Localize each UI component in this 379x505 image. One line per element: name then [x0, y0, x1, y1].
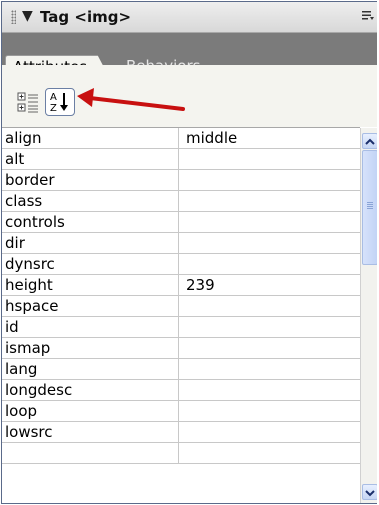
attribute-name[interactable]: border [2, 170, 179, 190]
attribute-value-field[interactable] [180, 359, 360, 379]
attribute-value-field[interactable] [180, 422, 360, 442]
scroll-up-button[interactable] [362, 133, 377, 149]
attribute-name[interactable]: longdesc [2, 380, 179, 400]
attributes-grid: align middle alt border class controls dir dyns… [2, 127, 360, 464]
scroll-thumb[interactable] [362, 150, 377, 265]
attribute-name[interactable]: lowsrc [2, 422, 179, 442]
attribute-row[interactable]: height 239 [2, 275, 360, 296]
attribute-value-field[interactable] [180, 191, 360, 211]
attribute-value-field[interactable] [180, 296, 360, 316]
attribute-name[interactable]: hspace [2, 296, 179, 316]
attribute-row[interactable]: ismap [2, 338, 360, 359]
attribute-row[interactable]: lowsrc [2, 422, 360, 443]
attribute-value-field[interactable]: middle [180, 128, 360, 148]
tag-inspector-panel: ▼ Tag <img> Attributes Behaviors [1, 1, 377, 504]
panel-options-icon[interactable] [362, 10, 374, 22]
attribute-row[interactable]: border [2, 170, 360, 191]
attribute-value-field[interactable] [180, 233, 360, 253]
attribute-name[interactable]: loop [2, 401, 179, 421]
attribute-value-field[interactable] [180, 401, 360, 421]
chevron-down-icon [365, 490, 375, 497]
attribute-value-field[interactable] [180, 317, 360, 337]
attribute-row[interactable] [2, 443, 360, 464]
attribute-name[interactable]: id [2, 317, 179, 337]
attribute-value-field[interactable] [180, 443, 360, 463]
attribute-row[interactable]: class [2, 191, 360, 212]
tab-bar: Attributes Behaviors [2, 33, 377, 79]
attribute-name[interactable]: lang [2, 359, 179, 379]
attribute-value-field[interactable] [180, 170, 360, 190]
attribute-value-field[interactable] [180, 338, 360, 358]
panel-title: Tag <img> [40, 8, 132, 26]
attribute-name[interactable]: align [2, 128, 179, 148]
category-view-icon[interactable] [17, 92, 39, 114]
attribute-value-field[interactable] [180, 254, 360, 274]
attribute-name[interactable]: controls [2, 212, 179, 232]
attribute-row[interactable]: dir [2, 233, 360, 254]
panel-gripper-icon[interactable] [11, 10, 16, 24]
attribute-value-field[interactable] [180, 149, 360, 169]
svg-text:Z: Z [50, 103, 57, 114]
attribute-row[interactable]: longdesc [2, 380, 360, 401]
attribute-name[interactable]: dir [2, 233, 179, 253]
attribute-row[interactable]: controls [2, 212, 360, 233]
panel-title-bar[interactable]: ▼ Tag <img> [2, 2, 377, 33]
attribute-name[interactable]: dynsrc [2, 254, 179, 274]
attribute-row[interactable]: align middle [2, 128, 360, 149]
sort-az-icon: A Z [50, 92, 68, 114]
attribute-value-field[interactable]: 239 [180, 275, 360, 295]
scroll-down-button[interactable] [362, 484, 377, 500]
attribute-row[interactable]: loop [2, 401, 360, 422]
attribute-value-field[interactable] [180, 380, 360, 400]
annotation-arrow-icon [77, 88, 185, 111]
attribute-row[interactable]: alt [2, 149, 360, 170]
alphabetical-view-button[interactable]: A Z [45, 88, 75, 116]
attribute-row[interactable]: dynsrc [2, 254, 360, 275]
attribute-name[interactable] [2, 443, 179, 463]
attribute-row[interactable]: hspace [2, 296, 360, 317]
view-toolbar: A Z [2, 65, 377, 127]
vertical-scrollbar[interactable] [360, 128, 377, 503]
svg-text:A: A [50, 92, 57, 103]
attribute-row[interactable]: id [2, 317, 360, 338]
attribute-name[interactable]: class [2, 191, 179, 211]
attribute-name[interactable]: height [2, 275, 179, 295]
scroll-grip-icon [367, 202, 373, 210]
attribute-name[interactable]: alt [2, 149, 179, 169]
chevron-up-icon [365, 138, 375, 145]
attribute-name[interactable]: ismap [2, 338, 179, 358]
triangle-down-icon[interactable]: ▼ [22, 8, 33, 24]
attribute-value-field[interactable] [180, 212, 360, 232]
attribute-row[interactable]: lang [2, 359, 360, 380]
